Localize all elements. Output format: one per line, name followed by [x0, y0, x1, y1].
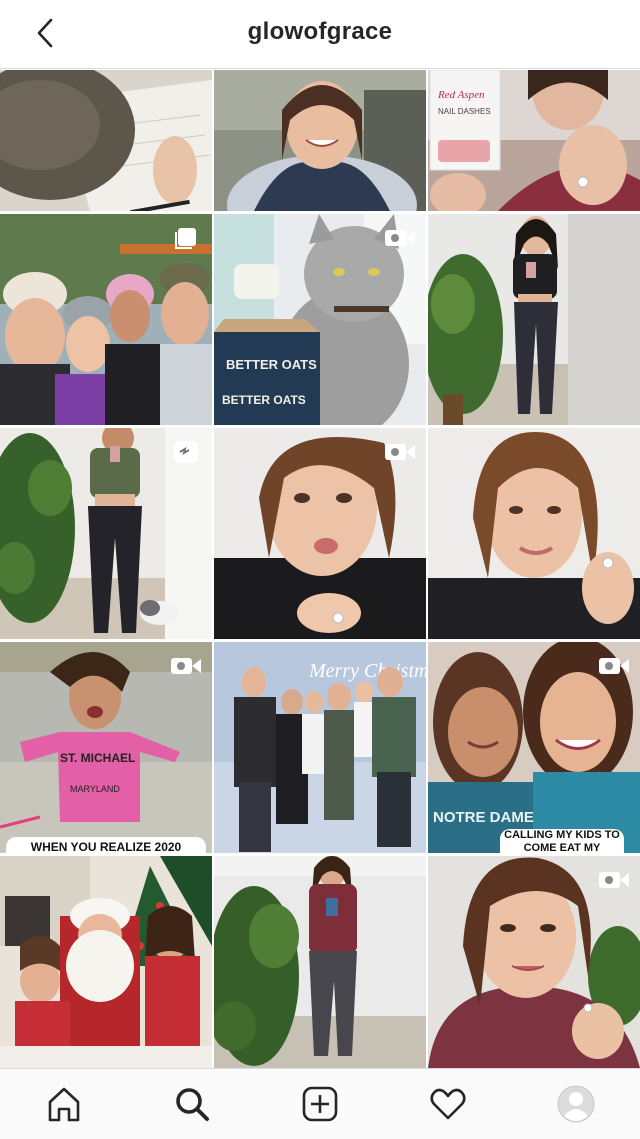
post-tile[interactable]: [428, 214, 640, 425]
post-photo: [214, 70, 426, 211]
svg-text:NAIL DASHES: NAIL DASHES: [438, 107, 491, 116]
svg-text:MARYLAND: MARYLAND: [70, 784, 120, 794]
plus-square-icon: [302, 1086, 338, 1122]
posts-grid: Red Aspen NAIL DASHES BETTER OATS BETTER…: [0, 70, 640, 1068]
post-photo: [0, 70, 212, 211]
search-icon: [176, 1088, 209, 1121]
post-tile[interactable]: [214, 70, 426, 211]
video-icon: [599, 658, 629, 674]
igtv-icon: [174, 441, 198, 463]
post-tile[interactable]: [214, 428, 426, 639]
tab-search[interactable]: [160, 1072, 224, 1136]
oats-box-label-2: BETTER OATS: [222, 393, 306, 407]
oats-box-label: BETTER OATS: [226, 357, 317, 372]
post-tile[interactable]: [0, 70, 212, 211]
svg-text:NOTRE DAME: NOTRE DAME: [433, 809, 534, 826]
video-icon: [599, 872, 629, 888]
home-icon: [48, 1087, 80, 1122]
christmas-card-text: Merry Christmas: [308, 660, 426, 682]
post-tile[interactable]: [0, 856, 212, 1068]
post-tile[interactable]: BETTER OATS BETTER OATS: [214, 214, 426, 425]
post-tile[interactable]: [0, 214, 212, 425]
top-bar: glowofgrace: [0, 0, 640, 69]
post-photo: [428, 214, 640, 425]
post-tile[interactable]: [428, 856, 640, 1068]
post-photo: [214, 856, 426, 1068]
svg-text:ST. MICHAEL: ST. MICHAEL: [60, 751, 135, 765]
post-tile[interactable]: [0, 428, 212, 639]
video-icon: [171, 658, 201, 674]
post-tile[interactable]: Red Aspen NAIL DASHES: [428, 70, 640, 211]
bottom-tab-bar: [0, 1068, 640, 1139]
post-tile[interactable]: NOTRE DAME CALLING MY KIDS TO COME EAT M…: [428, 642, 640, 853]
post-caption-overlay: WHEN YOU REALIZE 2020: [6, 837, 206, 853]
svg-text:Red Aspen: Red Aspen: [437, 89, 485, 101]
video-icon: [385, 444, 415, 460]
post-photo: Red Aspen NAIL DASHES: [428, 70, 640, 211]
post-tile[interactable]: ST. MICHAEL MARYLAND WHEN YOU REALIZE 20…: [0, 642, 212, 853]
post-tile[interactable]: [214, 856, 426, 1068]
tab-new-post[interactable]: [288, 1072, 352, 1136]
post-photo: Merry Christmas: [214, 642, 426, 853]
post-tile[interactable]: Merry Christmas: [214, 642, 426, 853]
heart-icon: [430, 1088, 466, 1120]
tab-home[interactable]: [32, 1072, 96, 1136]
post-photo: [428, 428, 640, 639]
post-photo: [0, 856, 212, 1068]
post-caption-overlay: CALLING MY KIDS TO COME EAT MY DELICIOUS: [500, 829, 624, 853]
video-icon: [385, 230, 415, 246]
profile-username: glowofgrace: [247, 18, 393, 45]
carousel-icon: [175, 228, 196, 249]
tab-activity[interactable]: [416, 1072, 480, 1136]
avatar: [557, 1085, 595, 1123]
post-tile[interactable]: [428, 428, 640, 639]
tab-profile[interactable]: [544, 1072, 608, 1136]
